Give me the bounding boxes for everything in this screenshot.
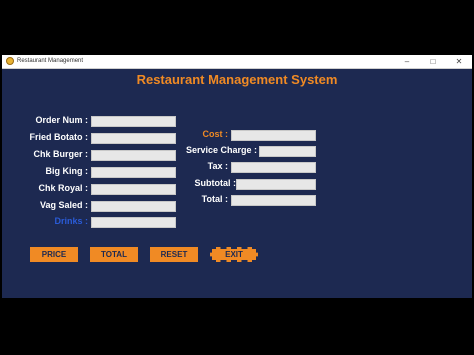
window-title: Restaurant Management (17, 58, 84, 64)
drinks-label: Drinks : (54, 216, 88, 226)
order-num-field[interactable] (91, 116, 176, 127)
vag-saled-field[interactable] (91, 201, 176, 212)
subtotal-label: Subtotal : (194, 178, 237, 188)
title-bar: Restaurant Management – □ ✕ (2, 55, 472, 69)
chk-burger-label: Chk Burger : (33, 149, 88, 159)
chk-burger-field[interactable] (91, 150, 176, 161)
fried-botato-label: Fried Botato : (29, 132, 89, 142)
drinks-field[interactable] (91, 217, 176, 228)
big-king-label: Big King : (45, 166, 89, 176)
price-button[interactable]: PRICE (30, 247, 78, 262)
chk-royal-field[interactable] (91, 184, 176, 195)
big-king-field[interactable] (91, 167, 176, 178)
cost-label: Cost : (202, 129, 229, 139)
total-button[interactable]: TOTAL (90, 247, 138, 262)
fried-botato-field[interactable] (91, 133, 176, 144)
vag-saled-label: Vag Saled : (39, 200, 88, 210)
tax-field[interactable] (231, 162, 316, 173)
exit-button[interactable]: EXIT (210, 247, 258, 262)
service-charge-field[interactable] (259, 146, 316, 157)
order-num-label: Order Num : (35, 115, 88, 125)
minimize-icon[interactable]: – (394, 55, 420, 68)
page-title: Restaurant Management System (136, 72, 338, 87)
app-window: Restaurant Management – □ ✕ Restaurant M… (2, 55, 472, 298)
total-field[interactable] (231, 195, 316, 206)
tax-label: Tax : (207, 161, 228, 171)
subtotal-field[interactable] (236, 179, 316, 190)
close-icon[interactable]: ✕ (446, 55, 472, 68)
maximize-icon[interactable]: □ (420, 55, 446, 68)
service-charge-label: Service Charge : (185, 145, 257, 155)
cost-field[interactable] (231, 130, 316, 141)
total-label: Total : (201, 194, 228, 204)
app-icon (6, 57, 14, 65)
reset-button[interactable]: RESET (150, 247, 198, 262)
chk-royal-label: Chk Royal : (38, 183, 88, 193)
